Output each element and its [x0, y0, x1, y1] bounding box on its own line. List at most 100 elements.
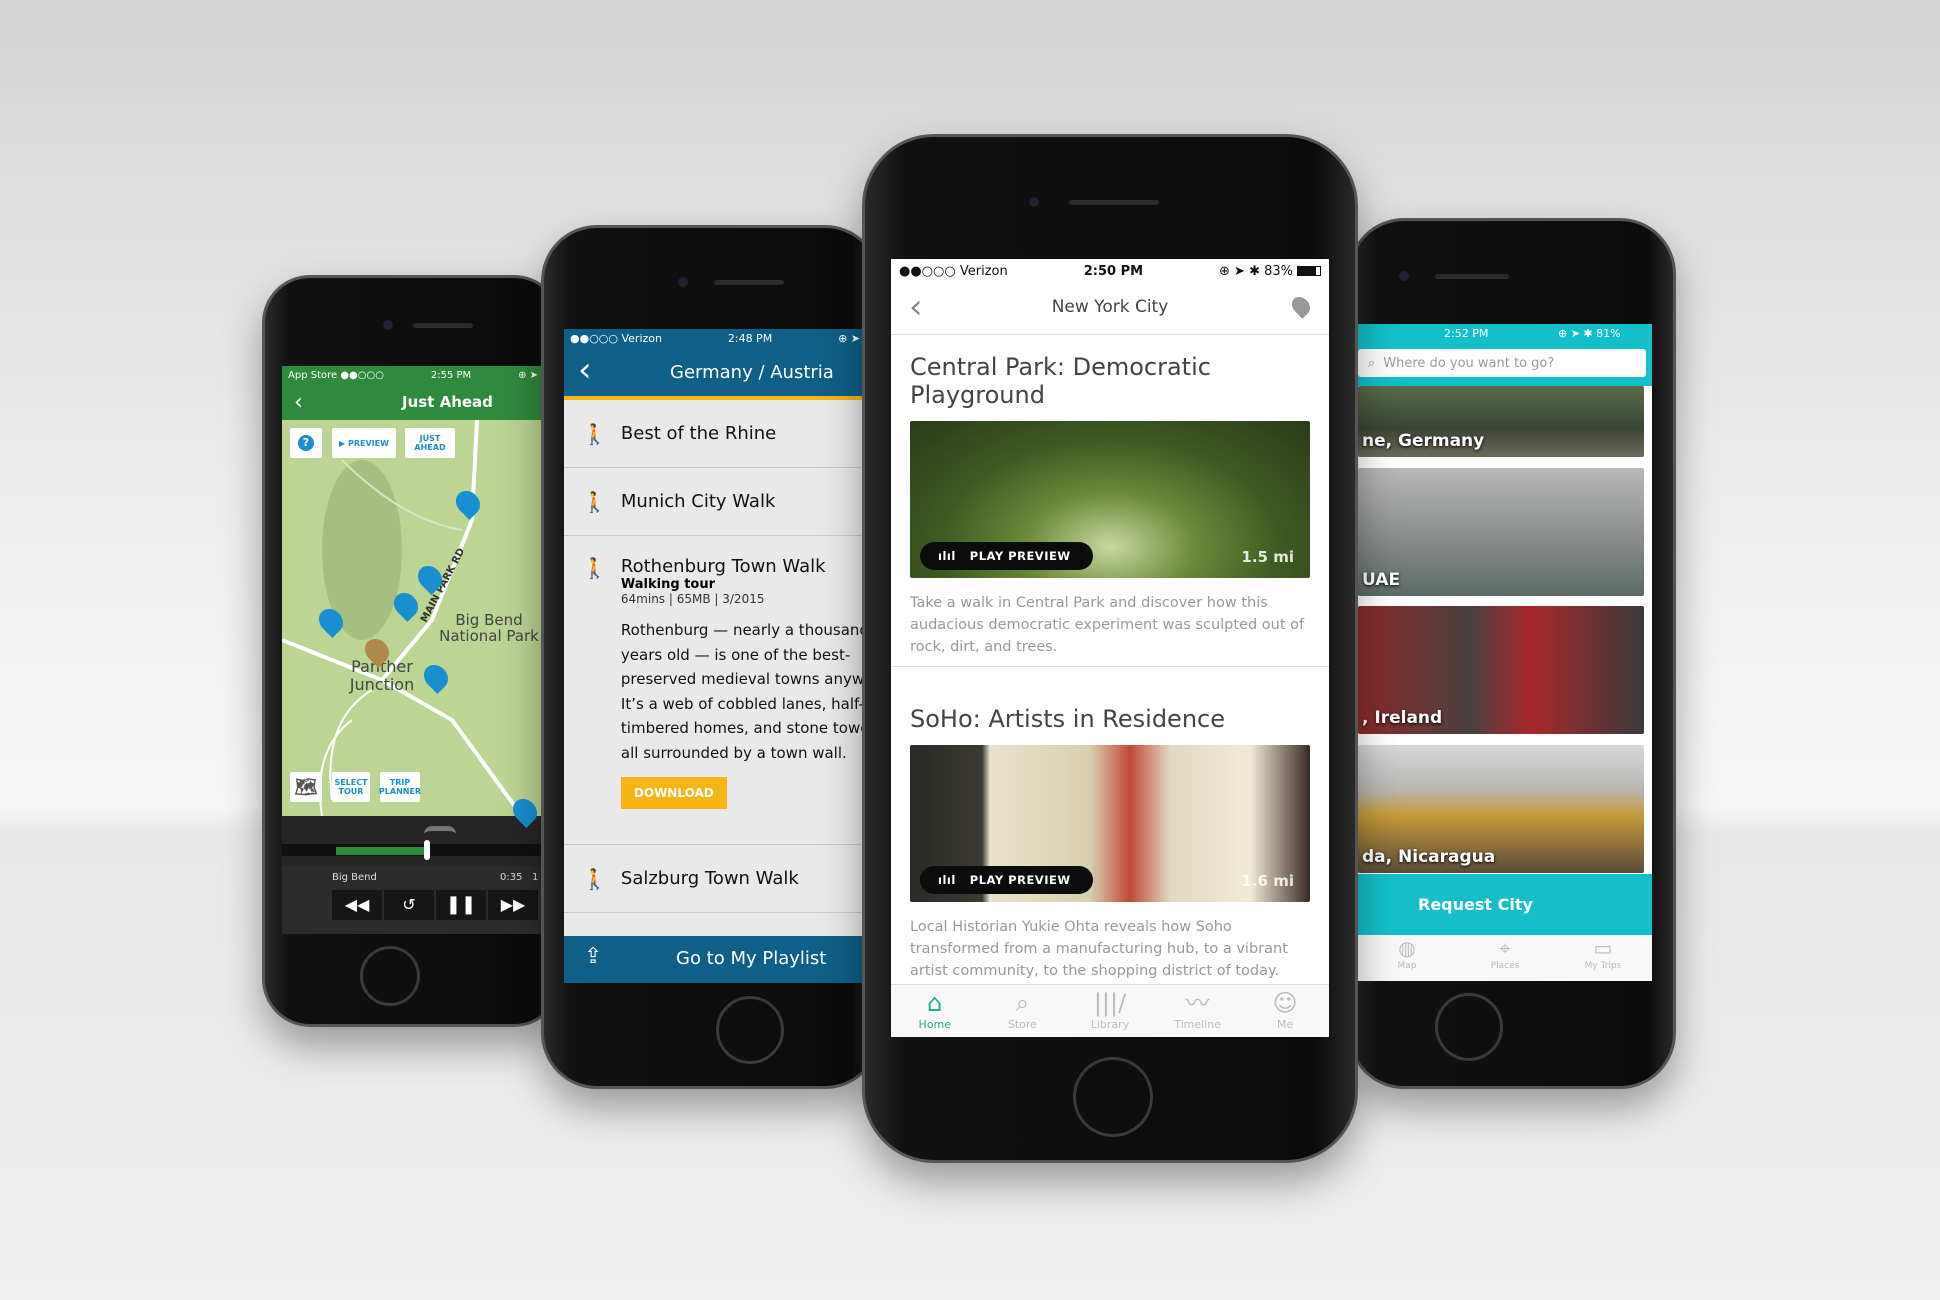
nav-bar: ‹ Just Ahead [282, 384, 544, 420]
fast-forward-icon[interactable]: ▶▶ [488, 890, 538, 920]
card-description: Take a walk in Central Park and discover… [910, 595, 1305, 655]
tour-row[interactable]: 🚶 Munich City Walk [564, 468, 866, 536]
card-title: SoHo: Artists in Residence [910, 705, 1225, 733]
tab-label: My Trips [1584, 961, 1622, 971]
tour-meta: 64mins | 65MB | 3/2015 [620, 592, 765, 606]
search-placeholder: Where do you want to go? [1383, 355, 1555, 371]
front-camera [1029, 197, 1039, 207]
share-icon[interactable]: ⇪ [584, 944, 602, 969]
city-card[interactable]: , Ireland [1358, 606, 1644, 734]
status-right: ⊕ ➤ ✱ 83% [1219, 263, 1293, 279]
nav-bar: ‹ New York City [891, 283, 1329, 335]
tab-timeline[interactable]: 〰 Timeline [1154, 988, 1242, 1037]
walker-icon: 🚶 [582, 489, 607, 514]
status-bar: ●●○○○ Verizon 2:50 PM ⊕ ➤ ✱ 83% [891, 259, 1329, 283]
card-title: Central Park: Democratic Playground [910, 353, 1211, 409]
tab-library[interactable]: |||/Library [1066, 988, 1154, 1037]
search-input[interactable]: ⌕ Where do you want to go? [1358, 349, 1646, 377]
home-icon: ⌂ [927, 989, 943, 1017]
walker-icon: 🚶 [582, 421, 607, 446]
library-icon: |||/ [1093, 989, 1127, 1017]
tab-my-trips[interactable]: ▭ My Trips [1554, 935, 1652, 981]
preview-button[interactable]: ▶ PREVIEW [332, 428, 396, 458]
tour-type: Walking tour [620, 577, 716, 592]
pause-icon[interactable]: ❚❚ [436, 890, 486, 920]
status-right: ⊕ ➤ [838, 332, 860, 345]
map[interactable]: MAIN PARK RD Big Bend National Park Pant… [282, 420, 544, 828]
front-camera [383, 320, 393, 330]
tour-row-expanded[interactable]: 🚶 Rothenburg Town Walk Walking tour 64mi… [564, 536, 866, 845]
player: Big Bend 0:35 1 ◀◀ ↺ ❚❚ ▶▶ [282, 866, 544, 934]
status-bar: ●●○○○ Verizon 2:48 PM ⊕ ➤ [564, 329, 866, 348]
city-card[interactable]: ne, Germany [1358, 386, 1644, 457]
trip-planner-button[interactable]: TRIP PLANNER [379, 772, 421, 802]
map-screen: App Store ●●○○○ 2:55 PM ⊕ ➤ ‹ Just Ahead M… [282, 366, 544, 934]
tour-row[interactable]: 🚶 Best of the Rhine [564, 400, 866, 468]
playlist-footer[interactable]: ⇪ Go to My Playlist [564, 936, 866, 983]
play-preview-label: PLAY PREVIEW [969, 549, 1071, 563]
tab-me[interactable]: ☺ Me [1241, 988, 1329, 1037]
tours-screen: ●●○○○ Verizon 2:48 PM ⊕ ➤ ‹ Germany / Aust… [564, 329, 866, 983]
audio-bars-icon: ılıl [938, 873, 956, 887]
tab-bar: ◍ Map ⌖ Places ▭ My Trips [1358, 935, 1652, 981]
tour-row[interactable]: 🚶 Salzburg Town Walk [564, 845, 866, 913]
status-time: 2:55 PM [430, 369, 472, 381]
central-park-image: ılıl PLAY PREVIEW 1.5 mi [910, 421, 1310, 578]
drawer-handle-icon[interactable] [424, 826, 456, 834]
suitcase-icon: ▭ [1593, 936, 1613, 960]
city-name: da, Nicaragua [1362, 847, 1496, 867]
map-toggle-button[interactable]: 🗺 [290, 772, 322, 802]
request-city-button[interactable]: Request City [1358, 874, 1652, 935]
home-button[interactable] [1073, 1057, 1153, 1137]
skip-back-30-icon[interactable]: ↺ [384, 890, 434, 920]
smiley-icon: ☺ [1272, 989, 1298, 1017]
tab-map[interactable]: ◍ Map [1358, 935, 1456, 981]
city-name: , Ireland [1362, 708, 1443, 728]
help-button[interactable]: ? [290, 428, 322, 458]
track-name: Big Bend [332, 872, 377, 883]
nav-bar: ‹ Germany / Austria [564, 348, 866, 400]
tour-title: Rothenburg Town Walk [620, 556, 826, 577]
tour-card[interactable]: SoHo: Artists in Residence ılıl PLAY PREV… [891, 667, 1329, 982]
search-area: ⌕ Where do you want to go? [1358, 344, 1652, 386]
tab-label: Home [918, 1018, 952, 1031]
park-label: Big Bend National Park [439, 611, 539, 645]
city-card[interactable]: da, Nicaragua [1358, 745, 1644, 873]
play-preview-button[interactable]: ılıl PLAY PREVIEW [920, 866, 1093, 894]
home-button[interactable] [1435, 993, 1503, 1061]
home-button[interactable] [716, 996, 784, 1064]
select-tour-button[interactable]: SELECT TOUR [332, 772, 370, 802]
tab-bar: ⌂ Home ⌕ Store |||/Library 〰 Timeline ☺ Me [891, 984, 1329, 1037]
tab-places[interactable]: ⌖ Places [1456, 935, 1554, 981]
duration: 1 [532, 872, 539, 883]
progress-track[interactable] [282, 840, 544, 860]
status-bar: 2:52 PM ⊕ ➤ ✱ 81% [1358, 324, 1652, 344]
chevron-left-icon[interactable]: ‹ [294, 390, 303, 415]
home-button[interactable] [360, 946, 420, 1006]
search-icon: ⌕ [1368, 355, 1376, 371]
tab-label: Places [1490, 961, 1520, 971]
tour-card[interactable]: Central Park: Democratic Playground ılıl… [891, 335, 1329, 667]
status-left: ●●○○○ Verizon [899, 263, 1008, 279]
city-card[interactable]: UAE [1358, 468, 1644, 596]
tab-label: Me [1277, 1018, 1294, 1031]
just-ahead-button[interactable]: JUST AHEAD [405, 428, 455, 458]
tab-home[interactable]: ⌂ Home [891, 988, 979, 1037]
map-icon: 🗺 [294, 776, 318, 798]
globe-icon: ◍ [1398, 936, 1416, 960]
play-preview-button[interactable]: ılıl PLAY PREVIEW [920, 542, 1093, 570]
download-button[interactable]: DOWNLOAD [620, 777, 727, 809]
city-name: ne, Germany [1362, 431, 1485, 451]
distance: 1.6 mi [1241, 872, 1294, 890]
tab-store[interactable]: ⌕ Store [979, 988, 1067, 1037]
progress-fill [336, 847, 424, 855]
distance: 1.5 mi [1241, 548, 1294, 566]
speaker [1435, 274, 1509, 279]
front-camera [678, 277, 688, 287]
rewind-icon[interactable]: ◀◀ [332, 890, 382, 920]
progress-knob[interactable] [424, 840, 430, 860]
play-preview-label: PLAY PREVIEW [969, 873, 1071, 887]
timeline-icon: 〰 [1185, 989, 1210, 1017]
status-left: App Store ●●○○○ [288, 369, 384, 381]
chevron-left-icon[interactable]: ‹ [578, 350, 592, 390]
